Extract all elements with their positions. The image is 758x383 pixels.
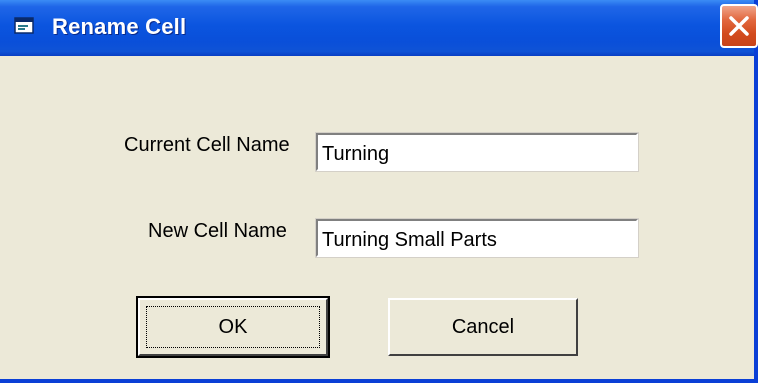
cancel-button-label: Cancel [451,316,515,338]
ok-button-label: OK [218,316,248,338]
close-button[interactable] [720,4,758,48]
current-cell-name-input[interactable] [318,135,636,169]
new-cell-name-field[interactable] [315,218,639,258]
current-cell-name-field[interactable] [315,132,639,172]
ok-button[interactable]: OK [136,296,330,358]
new-cell-name-label: New Cell Name [148,220,287,242]
new-cell-name-input[interactable] [318,221,636,255]
rename-cell-dialog: Rename Cell Current Cell Name New Cell N… [0,0,758,383]
dialog-title: Rename Cell [52,14,187,39]
app-window-icon [14,16,36,36]
title-bar[interactable]: Rename Cell [0,0,758,56]
cancel-button[interactable]: Cancel [388,298,578,356]
current-cell-name-label: Current Cell Name [124,134,290,156]
